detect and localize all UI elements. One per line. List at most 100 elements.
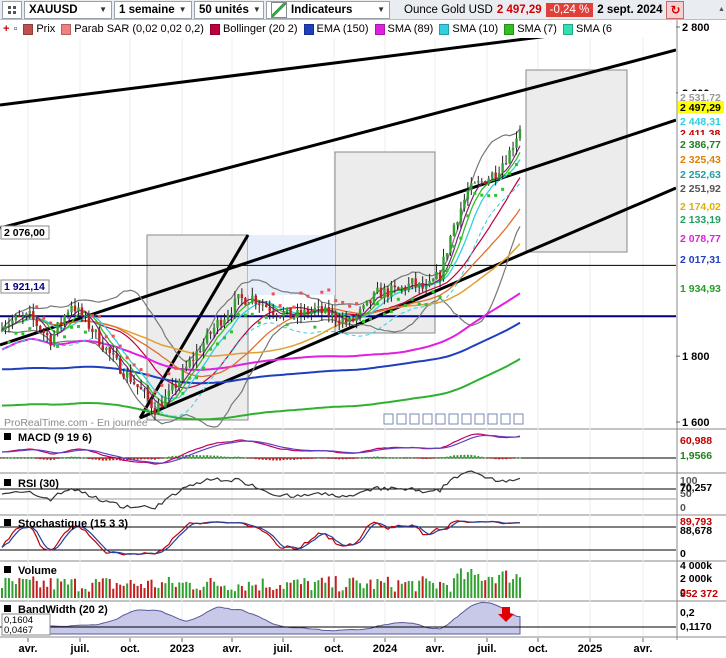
- volume-bar: [383, 582, 386, 598]
- macd-histogram-bar: [282, 458, 285, 461]
- candle-body: [136, 384, 139, 388]
- macd-histogram-bar: [348, 458, 351, 459]
- sar-dot: [292, 305, 296, 309]
- volume-bar: [199, 590, 202, 598]
- volume-bar: [491, 577, 494, 598]
- candle-body: [160, 402, 164, 408]
- candle-body: [459, 208, 463, 223]
- volume-value-label: 352 372: [680, 588, 718, 600]
- candle-body: [463, 199, 466, 209]
- candle-body: [174, 384, 178, 389]
- sar-dot: [375, 302, 379, 306]
- event-icon: [474, 413, 485, 425]
- rsi-tick-label: 0: [680, 502, 686, 514]
- sar-dot: [299, 291, 303, 295]
- macd-histogram-bar: [418, 458, 421, 459]
- macd-histogram-bar: [233, 456, 236, 459]
- volume-bar: [279, 585, 282, 598]
- sar-dot: [369, 317, 373, 321]
- candle-body: [289, 307, 292, 319]
- macd-histogram-bar: [216, 455, 219, 459]
- volume-bar: [160, 582, 163, 598]
- macd-histogram-bar: [400, 457, 403, 459]
- macd-histogram-bar: [53, 458, 56, 460]
- candle-body: [414, 278, 417, 287]
- candle-body: [338, 320, 341, 324]
- candle-body: [101, 345, 105, 351]
- macd-histogram-bar: [74, 456, 77, 459]
- volume-bar: [317, 580, 320, 598]
- candle-body: [508, 150, 511, 164]
- candle-body: [219, 319, 223, 326]
- candle-body: [45, 332, 49, 336]
- sar-dot: [104, 335, 108, 339]
- macd-histogram-bar: [164, 457, 167, 459]
- macd-histogram-bar: [261, 458, 264, 460]
- candle-body: [369, 300, 372, 304]
- volume-bar: [421, 576, 424, 598]
- candle-body: [66, 312, 70, 316]
- price-level-label: 1 934,93: [680, 283, 721, 295]
- volume-bar: [91, 582, 94, 598]
- volume-bar: [411, 581, 414, 598]
- price-level-label: 2 017,31: [680, 254, 721, 266]
- macd-histogram-bar: [435, 457, 438, 459]
- volume-bar: [519, 577, 521, 598]
- candle-body: [132, 382, 136, 385]
- volume-bar: [268, 587, 271, 598]
- macd-histogram-bar: [28, 457, 31, 459]
- macd-histogram-bar: [338, 458, 341, 460]
- volume-bar: [67, 584, 70, 598]
- candle-body: [21, 315, 25, 317]
- event-icon: [513, 413, 524, 425]
- sar-dot: [243, 313, 247, 317]
- sar-dot: [188, 376, 192, 380]
- sar-dot: [118, 344, 122, 348]
- macd-histogram-bar: [167, 456, 170, 459]
- level-tag-label: 2 076,00: [4, 227, 45, 239]
- volume-bar: [418, 580, 421, 598]
- candle-body: [25, 313, 28, 316]
- macd-histogram-bar: [494, 458, 497, 460]
- sar-dot: [139, 368, 143, 372]
- candle-body: [393, 285, 397, 288]
- candle-body: [275, 314, 278, 317]
- volume-bar: [122, 585, 125, 598]
- y-tick-label: 1 600: [682, 417, 710, 429]
- candle-body: [129, 371, 132, 383]
- candle-body: [122, 373, 125, 378]
- volume-bar: [355, 580, 358, 598]
- volume-bar: [473, 574, 476, 598]
- volume-bar: [4, 577, 7, 598]
- macd-histogram-bar: [220, 456, 223, 459]
- volume-bar: [435, 588, 438, 598]
- volume-bar: [63, 578, 66, 598]
- candle-body: [317, 306, 320, 308]
- candle-body: [303, 309, 306, 316]
- macd-histogram-bar: [324, 458, 327, 459]
- watermark: ProRealTime.com - En journée: [4, 417, 148, 429]
- volume-bar: [42, 580, 45, 598]
- sar-dot: [473, 191, 477, 195]
- macd-histogram-bar: [108, 458, 111, 461]
- chart-canvas[interactable]: avr. juil. oct. 2023 avr. juil. oct. 2024 avr. ju…: [0, 0, 726, 658]
- macd-histogram-bar: [147, 458, 150, 460]
- volume-bar: [129, 579, 132, 598]
- volume-bar: [7, 578, 10, 598]
- volume-bar: [397, 580, 400, 598]
- volume-bar: [213, 581, 216, 598]
- event-icon: [487, 413, 498, 425]
- candle-body: [247, 302, 251, 305]
- macd-histogram-bar: [247, 458, 250, 459]
- event-icon: [422, 413, 433, 425]
- volume-bar: [230, 589, 233, 598]
- candle-body: [424, 285, 428, 289]
- candle-body: [421, 283, 424, 289]
- sar-dot: [334, 299, 338, 303]
- candle-body: [223, 319, 226, 326]
- candle-body: [376, 287, 379, 293]
- candle-body: [237, 294, 240, 299]
- sar-dot: [202, 366, 206, 370]
- candle-body: [473, 182, 477, 184]
- macd-histogram-bar: [244, 457, 247, 459]
